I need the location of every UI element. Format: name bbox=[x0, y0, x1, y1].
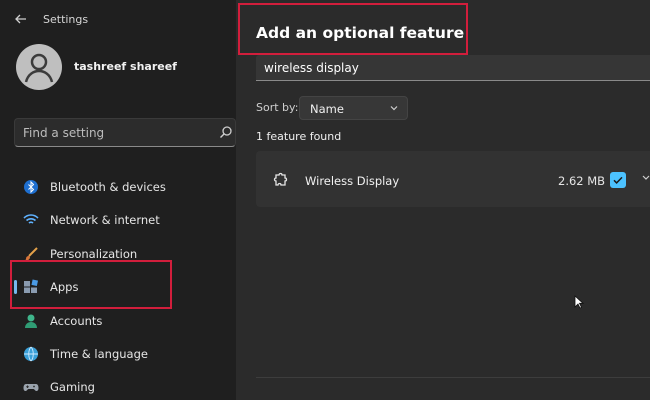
settings-search[interactable] bbox=[14, 118, 236, 147]
sidebar-item-time-language[interactable]: Time & language bbox=[14, 339, 236, 369]
sort-label: Sort by: bbox=[256, 101, 299, 114]
sidebar-item-label: Accounts bbox=[50, 314, 103, 328]
sidebar-item-label: Gaming bbox=[50, 380, 95, 394]
sidebar-item-label: Time & language bbox=[50, 347, 148, 361]
arrow-left-icon bbox=[15, 14, 26, 24]
sidebar-item-label: Personalization bbox=[50, 247, 138, 261]
feature-search-box[interactable] bbox=[256, 55, 650, 81]
gamepad-icon bbox=[23, 384, 39, 391]
feature-row[interactable]: Wireless Display 2.62 MB bbox=[256, 151, 650, 207]
back-button[interactable] bbox=[12, 12, 30, 30]
optional-feature-dialog: Add an optional feature Sort by: Name 1 … bbox=[236, 0, 650, 400]
results-count: 1 feature found bbox=[256, 130, 342, 143]
search-icon bbox=[220, 126, 232, 138]
sort-value: Name bbox=[310, 102, 344, 116]
sidebar-item-accounts[interactable]: Accounts bbox=[14, 306, 236, 336]
settings-sidebar: Settings tashreef shareef Bluetooth & de… bbox=[0, 0, 236, 400]
checkmark-icon bbox=[613, 176, 623, 184]
feature-size: 2.62 MB bbox=[558, 174, 606, 188]
window-title: Settings bbox=[43, 13, 89, 26]
feature-search-input[interactable] bbox=[264, 59, 634, 76]
feature-checkbox[interactable] bbox=[610, 172, 626, 188]
mouse-cursor-icon bbox=[574, 295, 584, 309]
wifi-icon bbox=[23, 214, 39, 224]
sidebar-item-network[interactable]: Network & internet bbox=[14, 205, 236, 235]
sort-dropdown[interactable]: Name bbox=[299, 96, 408, 120]
chevron-down-icon bbox=[390, 106, 398, 111]
avatar[interactable] bbox=[16, 44, 62, 90]
user-name: tashreef shareef bbox=[74, 60, 177, 73]
globe-icon bbox=[24, 346, 38, 362]
chevron-down-icon[interactable] bbox=[641, 173, 650, 183]
person-icon bbox=[24, 53, 54, 83]
feature-name: Wireless Display bbox=[305, 174, 400, 188]
apps-highlight-box bbox=[10, 260, 172, 309]
accounts-icon bbox=[25, 314, 37, 328]
sidebar-item-gaming[interactable]: Gaming bbox=[14, 372, 236, 400]
sidebar-item-bluetooth[interactable]: Bluetooth & devices bbox=[14, 172, 236, 202]
puzzle-icon bbox=[273, 172, 288, 186]
bluetooth-icon bbox=[24, 180, 38, 194]
title-highlight-box bbox=[238, 3, 468, 55]
sidebar-item-label: Network & internet bbox=[50, 213, 160, 227]
divider bbox=[256, 377, 650, 378]
search-input[interactable] bbox=[23, 125, 203, 141]
sidebar-item-label: Bluetooth & devices bbox=[50, 180, 166, 194]
